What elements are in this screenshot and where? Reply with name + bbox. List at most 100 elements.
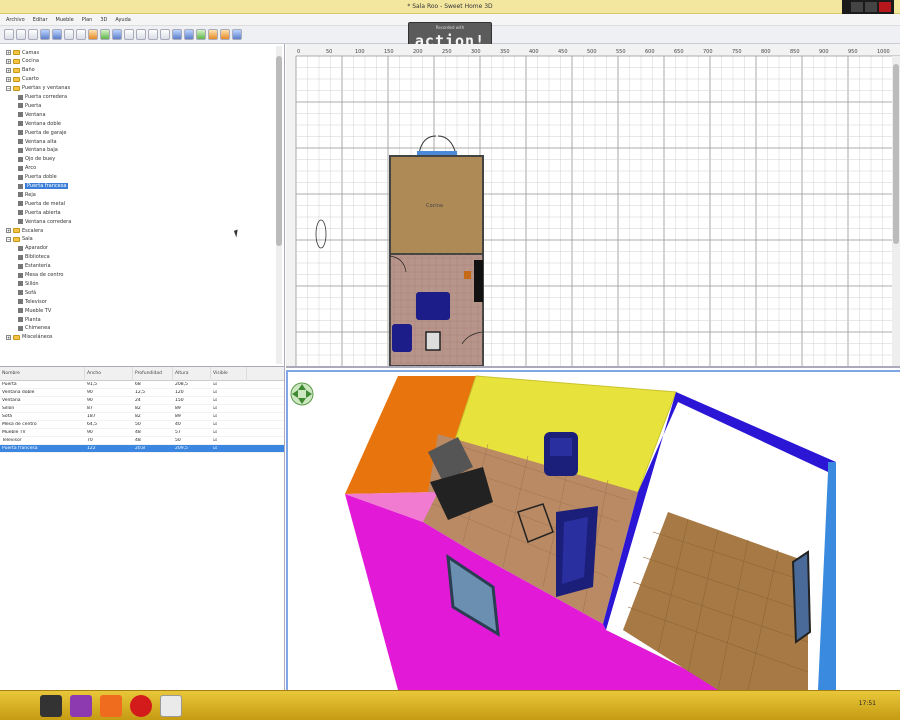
- walls-icon[interactable]: [124, 29, 134, 40]
- catalog-item[interactable]: Aparador: [18, 244, 48, 253]
- cut-icon[interactable]: [40, 29, 50, 40]
- store-icon[interactable]: [70, 695, 92, 717]
- catalog-category[interactable]: + Cocina: [6, 57, 39, 66]
- undo-icon[interactable]: [76, 29, 86, 40]
- catalog-item[interactable]: Puerta de garaje: [18, 128, 67, 137]
- add-furniture-icon[interactable]: [100, 29, 110, 40]
- catalog-item[interactable]: Ojo de buey: [18, 155, 55, 164]
- catalog-scroll-thumb[interactable]: [276, 56, 282, 246]
- catalog-item[interactable]: Puerta corredera: [18, 93, 67, 102]
- expand-toggle-icon[interactable]: +: [6, 58, 11, 64]
- expand-toggle-icon[interactable]: +: [6, 76, 11, 82]
- import-icon[interactable]: [196, 29, 206, 40]
- menu-plan[interactable]: Plan: [78, 17, 97, 23]
- catalog-category[interactable]: + Misceláneos: [6, 333, 53, 342]
- redo-icon[interactable]: [88, 29, 98, 40]
- catalog-item[interactable]: Ventana alta: [18, 137, 57, 146]
- catalog-category[interactable]: − Sala: [6, 235, 33, 244]
- table-row[interactable]: Televisor 70 48 50 ☑: [0, 437, 284, 445]
- catalog-item[interactable]: Puerta abierta: [18, 208, 61, 217]
- menu-3d[interactable]: 3D: [96, 17, 111, 23]
- column-height[interactable]: Altura: [173, 366, 211, 381]
- catalog-item[interactable]: Puerta de metal: [18, 199, 65, 208]
- menu-mueble[interactable]: Mueble: [52, 17, 78, 23]
- rooms-icon[interactable]: [136, 29, 146, 40]
- record-icon[interactable]: [130, 695, 152, 717]
- catalog-item[interactable]: Ventana corredera: [18, 217, 71, 226]
- catalog-item[interactable]: Planta: [18, 315, 41, 324]
- minimize-button[interactable]: [851, 2, 863, 12]
- catalog-item[interactable]: Sillón: [18, 279, 39, 288]
- sofa-3d[interactable]: [556, 506, 598, 597]
- photo-icon[interactable]: [208, 29, 218, 40]
- column-name[interactable]: Nombre: [0, 366, 85, 381]
- zoom-out-icon[interactable]: [184, 29, 194, 40]
- catalog-item[interactable]: Arco: [18, 164, 36, 173]
- edge-icon[interactable]: [40, 695, 62, 717]
- catalog-category[interactable]: + Escalera: [6, 226, 43, 235]
- video-icon[interactable]: [220, 29, 230, 40]
- expand-toggle-icon[interactable]: −: [6, 85, 11, 91]
- table-row[interactable]: Sofá 187 82 89 ☑: [0, 413, 284, 421]
- catalog-item[interactable]: Reja: [18, 190, 36, 199]
- column-depth[interactable]: Profundidad: [133, 366, 173, 381]
- catalog-item[interactable]: Mueble TV: [18, 306, 51, 315]
- select-icon[interactable]: [112, 29, 122, 40]
- catalog-item[interactable]: Ventana doble: [18, 119, 61, 128]
- table-row[interactable]: Mesa de centro 64,5 50 40 ☑: [0, 421, 284, 429]
- table-row[interactable]: Sillón 87 82 89 ☑: [0, 405, 284, 413]
- catalog-item[interactable]: Televisor: [18, 297, 47, 306]
- expand-toggle-icon[interactable]: −: [6, 236, 11, 242]
- new-icon[interactable]: [4, 29, 14, 40]
- catalog-scrollbar[interactable]: [276, 46, 282, 364]
- close-button[interactable]: [879, 2, 891, 12]
- catalog-item[interactable]: Chimenea: [18, 324, 50, 333]
- catalog-item[interactable]: Puerta: [18, 101, 41, 110]
- open-icon[interactable]: [16, 29, 26, 40]
- dimensions-icon[interactable]: [148, 29, 158, 40]
- help-icon[interactable]: [232, 29, 242, 40]
- 3d-view[interactable]: [286, 370, 900, 690]
- catalog-item[interactable]: Puerta francesa: [18, 182, 69, 191]
- sweethome3d-icon[interactable]: [160, 695, 182, 717]
- paste-icon[interactable]: [64, 29, 74, 40]
- maximize-button[interactable]: [865, 2, 877, 12]
- column-visible[interactable]: Visible: [211, 366, 247, 381]
- table-row[interactable]: Puerta 91,5 68 208,5 ☑: [0, 381, 284, 389]
- catalog-item[interactable]: Mesa de centro: [18, 271, 63, 280]
- table-row[interactable]: Ventana doble 90 12,5 120 ☑: [0, 389, 284, 397]
- table-row[interactable]: Mueble TV 90 48 57 ☑: [0, 429, 284, 437]
- plan-canvas[interactable]: 0 50 100 150 200 250 300 350 400 450 500 550 600 650 7…: [286, 44, 900, 368]
- expand-toggle-icon[interactable]: +: [6, 334, 11, 340]
- expand-toggle-icon[interactable]: +: [6, 67, 11, 73]
- expand-toggle-icon[interactable]: +: [6, 228, 11, 233]
- firefox-icon[interactable]: [100, 695, 122, 717]
- armchair-3d[interactable]: [544, 432, 578, 476]
- expand-toggle-icon[interactable]: +: [6, 50, 11, 55]
- table-row[interactable]: Ventana 90 24 150 ☑: [0, 397, 284, 405]
- catalog-category[interactable]: + Cuarto: [6, 75, 39, 84]
- labels-icon[interactable]: [160, 29, 170, 40]
- navigation-arrows-icon[interactable]: [290, 382, 314, 406]
- menu-ayuda[interactable]: Ayuda: [111, 17, 134, 23]
- 3d-canvas[interactable]: [288, 372, 900, 690]
- clock[interactable]: 17:51: [859, 700, 876, 707]
- catalog-item[interactable]: Ventana baja: [18, 146, 58, 155]
- menu-editar[interactable]: Editar: [29, 17, 52, 23]
- tree-label: Planta: [25, 316, 41, 323]
- plan-view[interactable]: 0 50 100 150 200 250 300 350 400 450 500 550 600 650 7…: [286, 44, 900, 368]
- catalog-item[interactable]: Biblioteca: [18, 253, 50, 262]
- column-width[interactable]: Ancho: [85, 366, 133, 381]
- catalog-category[interactable]: − Puertas y ventanas: [6, 84, 70, 93]
- table-row[interactable]: Puerta francesa 122 20,8 209,5 ☑: [0, 445, 284, 453]
- copy-icon[interactable]: [52, 29, 62, 40]
- zoom-in-icon[interactable]: [172, 29, 182, 40]
- catalog-item[interactable]: Sofá: [18, 288, 36, 297]
- catalog-category[interactable]: + Camas: [6, 48, 39, 57]
- catalog-item[interactable]: Puerta doble: [18, 173, 57, 182]
- catalog-item[interactable]: Estantería: [18, 262, 51, 271]
- catalog-item[interactable]: Ventana: [18, 110, 46, 119]
- catalog-category[interactable]: + Baño: [6, 66, 35, 75]
- save-icon[interactable]: [28, 29, 38, 40]
- menu-archivo[interactable]: Archivo: [2, 17, 29, 23]
